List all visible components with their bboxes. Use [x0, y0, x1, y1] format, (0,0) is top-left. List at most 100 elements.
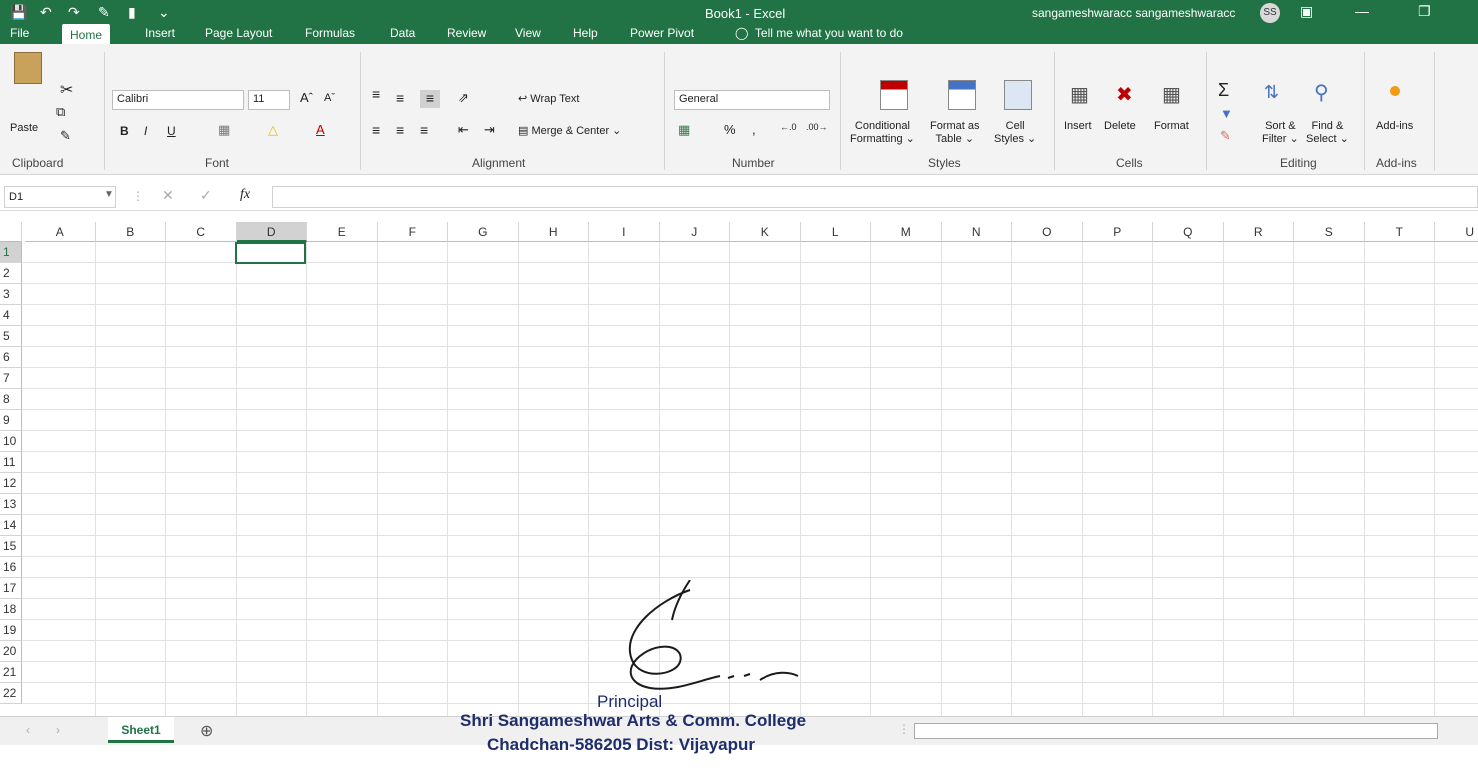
formula-bar-handle-icon[interactable]: ⋮	[132, 189, 144, 203]
row-header[interactable]: 3	[0, 284, 22, 305]
row-header[interactable]: 20	[0, 641, 22, 662]
row-header[interactable]: 6	[0, 347, 22, 368]
row-header[interactable]: 14	[0, 515, 22, 536]
column-header[interactable]: S	[1294, 222, 1365, 242]
conditional-formatting-icon[interactable]	[880, 80, 908, 110]
row-header[interactable]: 13	[0, 494, 22, 515]
delete-button[interactable]: Delete	[1104, 120, 1136, 132]
column-header[interactable]: C	[166, 222, 237, 242]
borders-icon[interactable]: ▦	[218, 122, 230, 138]
conditional-formatting-button[interactable]: Conditional Formatting ⌄	[850, 120, 915, 145]
find-select-icon[interactable]: ⚲	[1314, 80, 1329, 105]
prev-sheet-icon[interactable]: ‹	[26, 723, 30, 737]
bold-button[interactable]: B	[120, 124, 129, 138]
bottom-align-icon[interactable]: ≡	[420, 90, 440, 108]
column-header[interactable]: U	[1435, 222, 1478, 242]
increase-decimal-icon[interactable]: ←.0	[780, 122, 797, 132]
format-painter-icon[interactable]: ✎	[60, 128, 71, 144]
row-header[interactable]: 19	[0, 620, 22, 641]
paste-icon[interactable]	[14, 52, 42, 84]
row-header[interactable]: 21	[0, 662, 22, 683]
column-header[interactable]: F	[377, 222, 448, 242]
name-box[interactable]: D1	[4, 186, 116, 208]
font-size-select[interactable]: 11	[248, 90, 290, 110]
enter-icon[interactable]: ✓	[200, 187, 212, 204]
new-sheet-icon[interactable]: ⊕	[200, 721, 213, 741]
sort-filter-icon[interactable]: ⇅	[1264, 82, 1279, 103]
column-header[interactable]: E	[307, 222, 378, 242]
insert-cells-icon[interactable]: ▦	[1070, 82, 1089, 107]
row-header[interactable]: 17	[0, 578, 22, 599]
save-icon[interactable]: 💾	[10, 4, 27, 21]
scrollbar-splitter-icon[interactable]: ⋮	[898, 722, 910, 736]
column-header[interactable]: R	[1223, 222, 1294, 242]
copy-icon[interactable]: ⧉	[56, 104, 65, 120]
column-header[interactable]: G	[448, 222, 519, 242]
column-header[interactable]: K	[730, 222, 801, 242]
autosum-icon[interactable]: Σ	[1218, 80, 1229, 101]
orientation-icon[interactable]: ⇗	[458, 90, 469, 106]
tell-me-search[interactable]: ◯ Tell me what you want to do	[735, 26, 903, 40]
selected-cell[interactable]	[235, 242, 306, 264]
undo-icon[interactable]: ↶	[40, 4, 52, 21]
merge-center-button[interactable]: ▤ Merge & Center ⌄	[518, 124, 621, 137]
increase-font-icon[interactable]: Aˆ	[300, 90, 313, 105]
next-sheet-icon[interactable]: ›	[56, 723, 60, 737]
chart-icon[interactable]: ▮	[128, 4, 136, 21]
tab-view[interactable]: View	[515, 26, 541, 40]
delete-cells-icon[interactable]: ✖	[1116, 82, 1133, 107]
column-header[interactable]: T	[1364, 222, 1435, 242]
row-header[interactable]: 4	[0, 305, 22, 326]
format-as-table-button[interactable]: Format as Table ⌄	[930, 120, 980, 145]
format-button[interactable]: Format	[1154, 120, 1189, 132]
column-header[interactable]: P	[1082, 222, 1153, 242]
column-header[interactable]: M	[871, 222, 942, 242]
tab-review[interactable]: Review	[447, 26, 486, 40]
column-header[interactable]: I	[589, 222, 660, 242]
tab-insert[interactable]: Insert	[145, 26, 175, 40]
row-header[interactable]: 1	[0, 242, 22, 263]
tab-power-pivot[interactable]: Power Pivot	[630, 26, 694, 40]
decrease-font-icon[interactable]: Aˇ	[324, 92, 335, 104]
tab-file[interactable]: File	[10, 26, 29, 40]
format-as-table-icon[interactable]	[948, 80, 976, 110]
paste-button[interactable]: Paste	[10, 122, 38, 134]
percent-button[interactable]: %	[724, 122, 736, 137]
row-header[interactable]: 15	[0, 536, 22, 557]
row-header[interactable]: 11	[0, 452, 22, 473]
column-header[interactable]: A	[25, 222, 96, 242]
format-cells-icon[interactable]: ▦	[1162, 82, 1181, 107]
row-header[interactable]: 7	[0, 368, 22, 389]
find-select-button[interactable]: Find & Select ⌄	[1306, 120, 1349, 145]
tab-page-layout[interactable]: Page Layout	[205, 26, 272, 40]
align-right-icon[interactable]: ≡	[420, 122, 428, 138]
insert-function-button[interactable]: fx	[240, 187, 250, 203]
sheet-tab-sheet1[interactable]: Sheet1	[108, 717, 174, 743]
row-header[interactable]: 9	[0, 410, 22, 431]
insert-button[interactable]: Insert	[1064, 120, 1092, 132]
redo-icon[interactable]: ↷	[68, 4, 80, 21]
fill-icon[interactable]: ▼	[1220, 106, 1233, 121]
formula-input[interactable]	[272, 186, 1478, 208]
row-header[interactable]: 10	[0, 431, 22, 452]
align-center-icon[interactable]: ≡	[396, 122, 404, 138]
tab-data[interactable]: Data	[390, 26, 415, 40]
font-color-icon[interactable]: A	[316, 122, 325, 137]
row-header[interactable]: 18	[0, 599, 22, 620]
format-painter-qa-icon[interactable]: ✎	[98, 4, 110, 21]
column-header[interactable]: J	[659, 222, 730, 242]
row-header[interactable]: 22	[0, 683, 22, 704]
middle-align-icon[interactable]: ≡	[396, 90, 404, 106]
currency-icon[interactable]: ▦	[678, 122, 690, 138]
customize-quick-access-icon[interactable]: ⌄	[158, 4, 170, 21]
decrease-indent-icon[interactable]: ⇤	[458, 122, 469, 138]
name-box-dropdown-icon[interactable]: ▼	[104, 189, 114, 200]
tab-home[interactable]: Home	[62, 24, 111, 46]
align-left-icon[interactable]: ≡	[372, 122, 380, 138]
font-name-select[interactable]: Calibri	[112, 90, 244, 110]
ribbon-display-options-icon[interactable]: ▣	[1300, 3, 1313, 20]
tab-formulas[interactable]: Formulas	[305, 26, 355, 40]
increase-indent-icon[interactable]: ⇥	[484, 122, 495, 138]
cell-styles-icon[interactable]	[1004, 80, 1032, 110]
column-header[interactable]: L	[800, 222, 871, 242]
